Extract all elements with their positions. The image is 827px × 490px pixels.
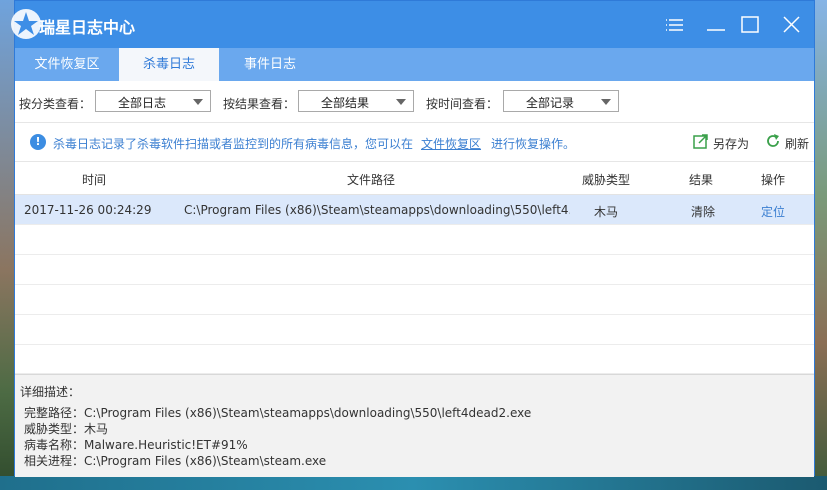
- table-header: 时间 文件路径 威胁类型 结果 操作: [15, 162, 814, 195]
- menu-icon: [666, 19, 683, 31]
- details-title: 详细描述：: [20, 385, 81, 399]
- category-filter-label: 按分类查看：: [19, 97, 92, 111]
- tab-file-recovery[interactable]: 文件恢复区: [15, 48, 119, 81]
- locate-link[interactable]: 定位: [751, 203, 795, 220]
- category-filter-value: 全部日志: [117, 96, 166, 110]
- row-time: 2017-11-26 00:24:29: [24, 203, 152, 217]
- save-as-button[interactable]: 另存为: [693, 133, 765, 151]
- chevron-down-icon: [601, 99, 611, 105]
- category-filter-select[interactable]: 全部日志: [95, 90, 211, 112]
- desktop-background-left: [0, 0, 14, 490]
- result-filter-value: 全部结果: [320, 96, 369, 110]
- result-filter-label: 按结果查看：: [223, 97, 296, 111]
- rising-logo-icon: [11, 9, 41, 39]
- table-row-empty: [15, 285, 814, 315]
- menu-button[interactable]: [663, 12, 689, 38]
- log-center-window: 瑞星日志中心 文件恢复区 杀毒日志 事件日志 按分类查看： 全部日志 按结果查看…: [11, 0, 815, 477]
- close-icon: [783, 16, 800, 33]
- chevron-down-icon: [396, 99, 406, 105]
- desktop-background-right: [815, 0, 827, 490]
- export-icon: [693, 134, 708, 149]
- refresh-button[interactable]: 刷新: [765, 133, 813, 151]
- refresh-icon: [767, 134, 779, 147]
- tab-bar: 文件恢复区 杀毒日志 事件日志: [15, 48, 814, 81]
- filter-bar: 按分类查看： 全部日志 按结果查看： 全部结果 按时间查看： 全部记录: [15, 81, 814, 123]
- tab-antivirus-log[interactable]: 杀毒日志: [119, 48, 219, 81]
- desktop-background-bottom: [0, 476, 827, 490]
- table-row-empty: [15, 255, 814, 285]
- details-panel: 详细描述： 完整路径：C:\Program Files (x86)\Steam\…: [15, 374, 814, 477]
- time-filter-value: 全部记录: [525, 96, 574, 110]
- column-header-threat[interactable]: 威胁类型: [569, 171, 643, 188]
- file-recovery-link[interactable]: 文件恢复区: [421, 135, 481, 152]
- details-related-process: 相关进程：C:\Program Files (x86)\Steam\steam.…: [24, 454, 327, 468]
- refresh-label: 刷新: [785, 137, 810, 151]
- time-filter-label: 按时间查看：: [426, 97, 499, 111]
- column-header-path[interactable]: 文件路径: [173, 171, 569, 188]
- result-filter-select[interactable]: 全部结果: [298, 90, 414, 112]
- column-header-time[interactable]: 时间: [15, 171, 173, 188]
- column-header-result[interactable]: 结果: [665, 171, 737, 188]
- maximize-button[interactable]: [737, 12, 763, 38]
- table-row[interactable]: 2017-11-26 00:24:29 C:\Program Files (x8…: [15, 195, 814, 225]
- info-icon: !: [30, 134, 46, 150]
- chevron-down-icon: [193, 99, 203, 105]
- minimize-icon: [707, 29, 725, 31]
- info-message: 杀毒日志记录了杀毒软件扫描或者监控到的所有病毒信息，您可以在: [53, 137, 414, 151]
- row-result: 清除: [690, 205, 715, 219]
- details-full-path: 完整路径：C:\Program Files (x86)\Steam\steama…: [24, 406, 532, 420]
- details-virus-name: 病毒名称：Malware.Heuristic!ET#91%: [24, 438, 248, 452]
- column-header-action[interactable]: 操作: [751, 171, 795, 188]
- tab-event-log[interactable]: 事件日志: [219, 48, 321, 81]
- table-row-empty: [15, 225, 814, 255]
- info-bar: ! 杀毒日志记录了杀毒软件扫描或者监控到的所有病毒信息，您可以在 文件恢复区 进…: [15, 123, 814, 162]
- details-threat-type: 威胁类型：木马: [24, 422, 109, 436]
- maximize-icon: [741, 16, 759, 33]
- row-threat: 木马: [593, 205, 618, 219]
- window-title: 瑞星日志中心: [39, 18, 136, 37]
- table-row-empty: [15, 315, 814, 345]
- minimize-button[interactable]: [703, 12, 729, 38]
- row-path: C:\Program Files (x86)\Steam\steamapps\d…: [184, 203, 570, 217]
- close-button[interactable]: [779, 12, 805, 38]
- save-as-label: 另存为: [713, 137, 750, 151]
- info-message-tail: 进行恢复操作。: [491, 137, 576, 151]
- time-filter-select[interactable]: 全部记录: [503, 90, 619, 112]
- title-bar[interactable]: 瑞星日志中心: [11, 1, 814, 48]
- table-row-empty: [15, 345, 814, 374]
